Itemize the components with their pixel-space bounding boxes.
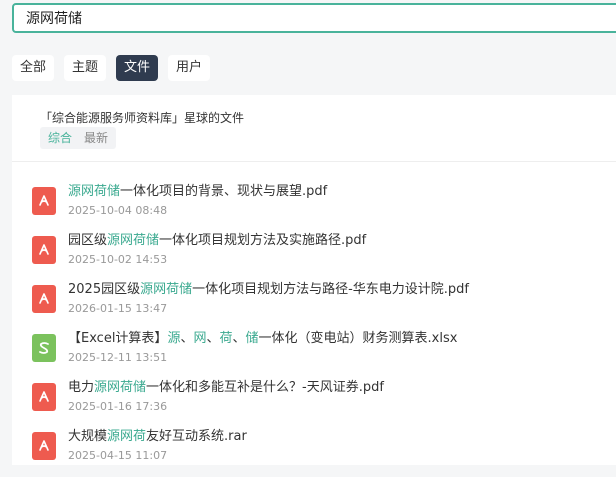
file-list: 源网荷储一体化项目的背景、现状与展望.pdf 2025-10-04 08:48 园区… xyxy=(32,183,612,477)
sort-toggle: 综合 最新 xyxy=(40,127,117,149)
tab-users[interactable]: 用户 xyxy=(168,55,211,81)
file-timestamp: 2025-10-04 08:48 xyxy=(68,204,168,217)
keyword-highlight: 源网荷 xyxy=(107,429,147,444)
tab-topics[interactable]: 主题 xyxy=(64,55,107,81)
file-name-text: 、 xyxy=(206,331,220,346)
file-name[interactable]: 2025园区级源网荷储一体化项目规划方法与路径-华东电力设计院.pdf xyxy=(68,281,469,299)
file-name-text: 一体化项目的背景、现状与展望.pdf xyxy=(120,184,328,199)
file-name[interactable]: 【Excel计算表】源、网、荷、储一体化（变电站）财务测算表.xlsx xyxy=(68,330,457,348)
file-item[interactable]: 园区级源网荷储一体化项目规划方法及实施路径.pdf 2025-10-02 14:5… xyxy=(32,232,612,281)
file-name[interactable]: 电力源网荷储一体化和多能互补是什么？-天风证券.pdf xyxy=(68,379,384,397)
file-name-text: 【Excel计算表】 xyxy=(68,331,168,346)
file-name-text: 一体化和多能互补是什么？-天风证券.pdf xyxy=(146,380,384,395)
tab-files[interactable]: 文件 xyxy=(116,55,159,81)
file-name-text: 大规模 xyxy=(68,429,108,444)
keyword-highlight: 源网荷储 xyxy=(94,380,147,395)
file-name-text: 一体化项目规划方法与路径-华东电力设计院.pdf xyxy=(192,282,470,297)
filter-tabs: 全部 主题 文件 用户 xyxy=(12,55,211,81)
search-input[interactable] xyxy=(26,10,616,26)
results-panel: 「综合能源服务师资料库」星球的文件 综合 最新 源网荷储一体化项目的背景、现状与… xyxy=(12,95,616,465)
file-name-text: 友好互动系统.rar xyxy=(146,429,247,444)
tab-all[interactable]: 全部 xyxy=(12,55,55,81)
search-box[interactable] xyxy=(12,3,616,33)
sort-composite[interactable]: 综合 xyxy=(42,127,78,149)
keyword-highlight: 源网荷储 xyxy=(140,282,193,297)
file-name-text: 、 xyxy=(180,331,194,346)
file-name-text: 电力 xyxy=(68,380,95,395)
file-name[interactable]: 大规模源网荷友好互动系统.rar xyxy=(68,428,247,446)
archive-file-icon xyxy=(32,432,56,460)
pdf-file-icon xyxy=(32,187,56,215)
file-name[interactable]: 源网荷储一体化项目的背景、现状与展望.pdf xyxy=(68,183,327,201)
file-timestamp: 2025-12-11 13:51 xyxy=(68,351,168,364)
file-name[interactable]: 园区级源网荷储一体化项目规划方法及实施路径.pdf xyxy=(68,232,366,250)
spreadsheet-file-icon xyxy=(32,334,56,362)
file-name-text: 园区级 xyxy=(68,233,108,248)
pdf-file-icon xyxy=(32,285,56,313)
keyword-highlight: 源网荷储 xyxy=(107,233,160,248)
pdf-file-icon xyxy=(32,236,56,264)
sort-latest[interactable]: 最新 xyxy=(78,127,114,149)
file-timestamp: 2026-01-15 13:47 xyxy=(68,302,168,315)
pdf-file-icon xyxy=(32,383,56,411)
file-timestamp: 2025-10-02 14:53 xyxy=(68,253,168,266)
keyword-highlight: 源 xyxy=(167,331,181,346)
file-item[interactable]: 电力源网荷储一体化和多能互补是什么？-天风证券.pdf 2025-01-16 17… xyxy=(32,379,612,428)
divider xyxy=(12,161,616,162)
file-name-text: 一体化项目规划方法及实施路径.pdf xyxy=(159,233,367,248)
keyword-highlight: 荷 xyxy=(219,331,233,346)
file-name-text: 一体化（变电站）财务测算表.xlsx xyxy=(258,331,458,346)
file-name-text: 2025园区级 xyxy=(68,282,141,297)
file-item[interactable]: 大规模源网荷友好互动系统.rar 2025-04-15 11:07 xyxy=(32,428,612,477)
keyword-highlight: 储 xyxy=(245,331,259,346)
file-name-text: 、 xyxy=(232,331,246,346)
scope-title: 「综合能源服务师资料库」星球的文件 xyxy=(40,111,245,125)
file-timestamp: 2025-04-15 11:07 xyxy=(68,449,168,462)
keyword-highlight: 网 xyxy=(193,331,207,346)
keyword-highlight: 源网荷储 xyxy=(68,184,121,199)
file-item[interactable]: 源网荷储一体化项目的背景、现状与展望.pdf 2025-10-04 08:48 xyxy=(32,183,612,232)
file-item[interactable]: 【Excel计算表】源、网、荷、储一体化（变电站）财务测算表.xlsx 2025-… xyxy=(32,330,612,379)
file-timestamp: 2025-01-16 17:36 xyxy=(68,400,168,413)
file-item[interactable]: 2025园区级源网荷储一体化项目规划方法与路径-华东电力设计院.pdf 2026-… xyxy=(32,281,612,330)
